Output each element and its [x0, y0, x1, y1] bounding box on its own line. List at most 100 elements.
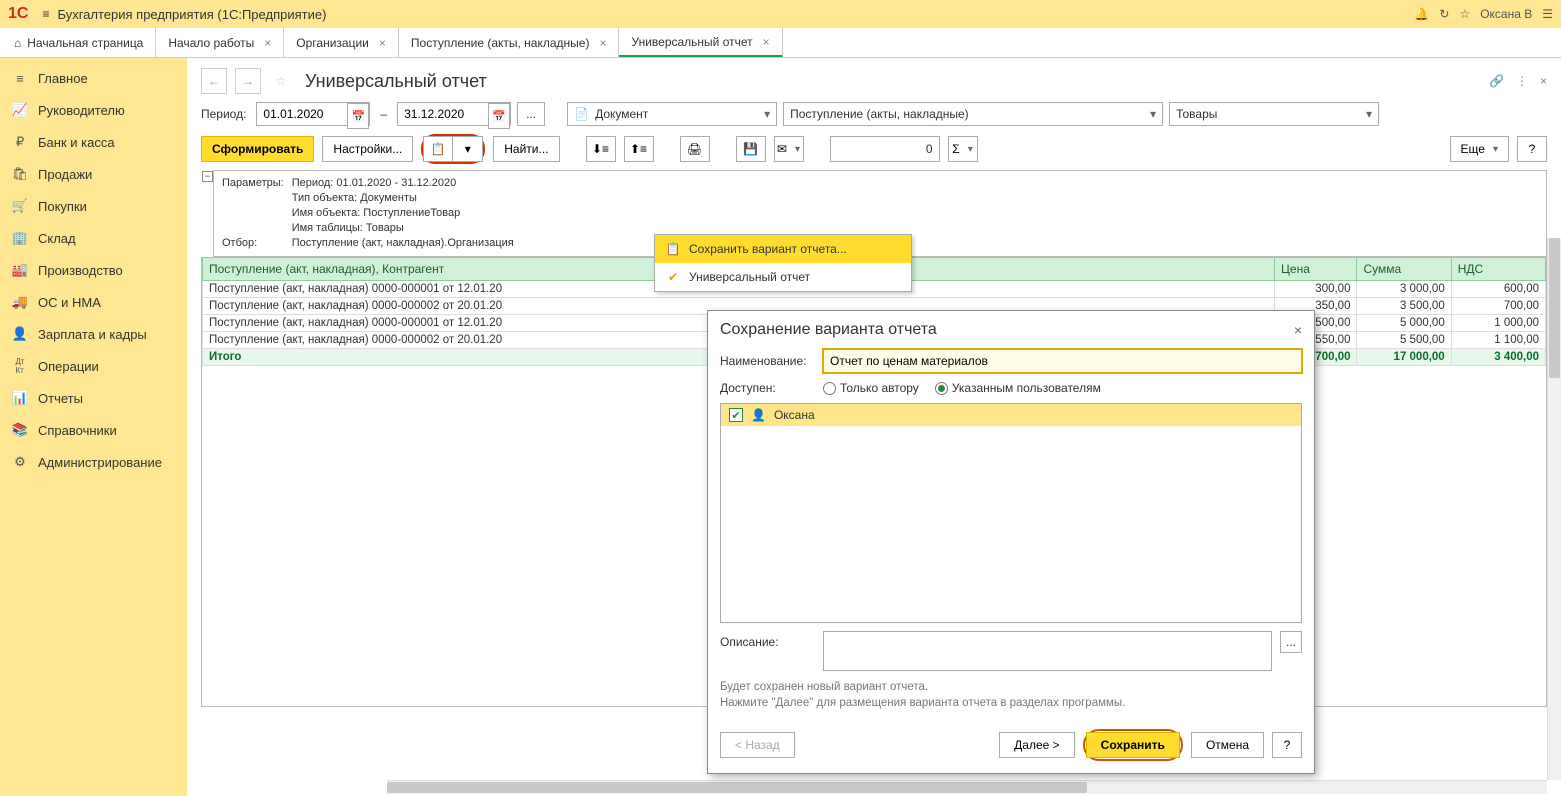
sidebar-item-catalogs[interactable]: 📚Справочники: [0, 414, 187, 446]
sidebar-item-assets[interactable]: 🚚ОС и НМА: [0, 286, 187, 318]
tab-home[interactable]: ⌂ Начальная страница: [0, 28, 156, 57]
back-button[interactable]: < Назад: [720, 732, 795, 758]
calendar-icon[interactable]: 📅: [347, 103, 369, 129]
radio-author-only[interactable]: Только автору: [823, 381, 919, 395]
chart-icon: 📊: [12, 390, 28, 406]
more-button[interactable]: Еще: [1450, 136, 1509, 162]
menu-item-universal-report[interactable]: ✔ Универсальный отчет: [655, 263, 911, 291]
user-name: Оксана: [774, 408, 815, 422]
object-type-select[interactable]: 📄 Документ ▾: [567, 102, 777, 126]
sidebar-item-main[interactable]: ≡Главное: [0, 62, 187, 94]
description-expand-button[interactable]: ...: [1280, 631, 1302, 653]
nav-forward-button[interactable]: →: [235, 68, 261, 94]
expand-button[interactable]: ⬇≡: [586, 136, 616, 162]
logo-1c: 1C: [8, 5, 28, 23]
more-icon[interactable]: ⋮: [1516, 74, 1528, 88]
period-select-button[interactable]: ...: [517, 102, 545, 126]
tab-orgs[interactable]: Организации ×: [284, 28, 399, 57]
cancel-button[interactable]: Отмена: [1191, 732, 1264, 758]
save-variant-dialog: Сохранение варианта отчета × Наименовани…: [707, 310, 1315, 774]
sidebar-item-production[interactable]: 🏭Производство: [0, 254, 187, 286]
settings-button[interactable]: Настройки...: [322, 136, 413, 162]
sidebar-item-operations[interactable]: ДтКтОперации: [0, 350, 187, 382]
sidebar-item-manager[interactable]: 📈Руководителю: [0, 94, 187, 126]
close-icon[interactable]: ×: [379, 36, 386, 50]
collapse-button[interactable]: ⬆≡: [624, 136, 654, 162]
radio-specified-users[interactable]: Указанным пользователям: [935, 381, 1101, 395]
sidebar-item-warehouse[interactable]: 🏢Склад: [0, 222, 187, 254]
sidebar-label: Производство: [38, 263, 123, 278]
tab-universal-report[interactable]: Универсальный отчет ×: [619, 28, 782, 57]
variants-button[interactable]: 📋: [423, 136, 453, 162]
select-value: Поступление (акты, накладные): [790, 107, 969, 121]
user-row[interactable]: ✔ 👤 Оксана: [721, 404, 1301, 426]
help-button[interactable]: ?: [1517, 136, 1547, 162]
horizontal-scrollbar[interactable]: [387, 780, 1547, 794]
radio-icon: [823, 382, 836, 395]
date-from-field[interactable]: 📅: [256, 102, 370, 126]
sidebar-item-bank[interactable]: ₽Банк и касса: [0, 126, 187, 158]
close-icon[interactable]: ×: [763, 35, 770, 49]
variants-dropdown-button[interactable]: ▾: [453, 136, 483, 162]
app-title: Бухгалтерия предприятия (1С:Предприятие): [57, 7, 326, 22]
tab-home-label: Начальная страница: [27, 36, 143, 50]
date-from-input[interactable]: [257, 103, 347, 125]
menu-item-save-variant[interactable]: 📋 Сохранить вариант отчета...: [655, 235, 911, 263]
menu-icon[interactable]: ☰: [1542, 7, 1553, 21]
favorite-star-icon[interactable]: ☆: [269, 69, 293, 93]
gear-icon: ⚙: [12, 454, 28, 470]
sidebar-item-purchases[interactable]: 🛒Покупки: [0, 190, 187, 222]
star-icon[interactable]: ☆: [1459, 7, 1470, 21]
date-to-input[interactable]: [398, 103, 488, 125]
table-name-select[interactable]: Товары ▾: [1169, 102, 1379, 126]
save-button[interactable]: Сохранить: [1086, 732, 1180, 758]
sidebar-item-hr[interactable]: 👤Зарплата и кадры: [0, 318, 187, 350]
close-icon[interactable]: ×: [264, 36, 271, 50]
burger-icon[interactable]: ≡: [42, 7, 49, 21]
bell-icon[interactable]: 🔔: [1414, 7, 1429, 21]
user-label[interactable]: Оксана В: [1480, 7, 1532, 21]
tab-receipts[interactable]: Поступление (акты, накладные) ×: [399, 28, 620, 57]
sum-display: 0: [830, 136, 940, 162]
sidebar-label: Главное: [38, 71, 88, 86]
tab-start[interactable]: Начало работы ×: [156, 28, 284, 57]
date-to-field[interactable]: 📅: [397, 102, 511, 126]
dtkt-icon: ДтКт: [12, 358, 28, 374]
object-name-select[interactable]: Поступление (акты, накладные) ▾: [783, 102, 1163, 126]
nav-back-button[interactable]: ←: [201, 68, 227, 94]
next-button[interactable]: Далее >: [999, 732, 1075, 758]
vertical-scrollbar[interactable]: [1547, 238, 1561, 780]
close-icon[interactable]: ×: [1540, 74, 1547, 88]
tab-label: Универсальный отчет: [631, 35, 752, 49]
dash: –: [380, 107, 387, 121]
filter-line: Поступление (акт, накладная).Организация: [292, 237, 520, 250]
collapse-handle[interactable]: −: [202, 171, 213, 182]
history-icon[interactable]: ↻: [1439, 7, 1449, 21]
name-label: Наименование:: [720, 354, 815, 368]
link-icon[interactable]: 🔗: [1489, 74, 1504, 88]
email-button[interactable]: ✉: [774, 136, 804, 162]
books-icon: 📚: [12, 422, 28, 438]
calendar-icon[interactable]: 📅: [488, 103, 510, 129]
sidebar-item-reports[interactable]: 📊Отчеты: [0, 382, 187, 414]
sidebar-item-sales[interactable]: 🛍Продажи: [0, 158, 187, 190]
checkbox-icon[interactable]: ✔: [729, 408, 743, 422]
save-variant-icon: 📋: [665, 241, 681, 257]
variant-name-input[interactable]: [823, 349, 1302, 373]
generate-button[interactable]: Сформировать: [201, 136, 314, 162]
close-icon[interactable]: ×: [599, 36, 606, 50]
print-button[interactable]: 🖨: [680, 136, 710, 162]
users-list[interactable]: ✔ 👤 Оксана: [720, 403, 1302, 623]
chevron-down-icon: ▾: [1366, 107, 1372, 121]
sidebar-item-admin[interactable]: ⚙Администрирование: [0, 446, 187, 478]
params-label: Параметры:: [222, 177, 290, 190]
dialog-close-button[interactable]: ×: [1294, 322, 1302, 338]
description-textarea[interactable]: [823, 631, 1272, 671]
find-button[interactable]: Найти...: [493, 136, 559, 162]
save-file-button[interactable]: 💾: [736, 136, 766, 162]
sidebar-label: Банк и касса: [38, 135, 115, 150]
help-button[interactable]: ?: [1272, 732, 1302, 758]
access-label: Доступен:: [720, 381, 815, 395]
manager-icon: 📈: [12, 102, 28, 118]
sigma-button[interactable]: Σ: [948, 136, 978, 162]
